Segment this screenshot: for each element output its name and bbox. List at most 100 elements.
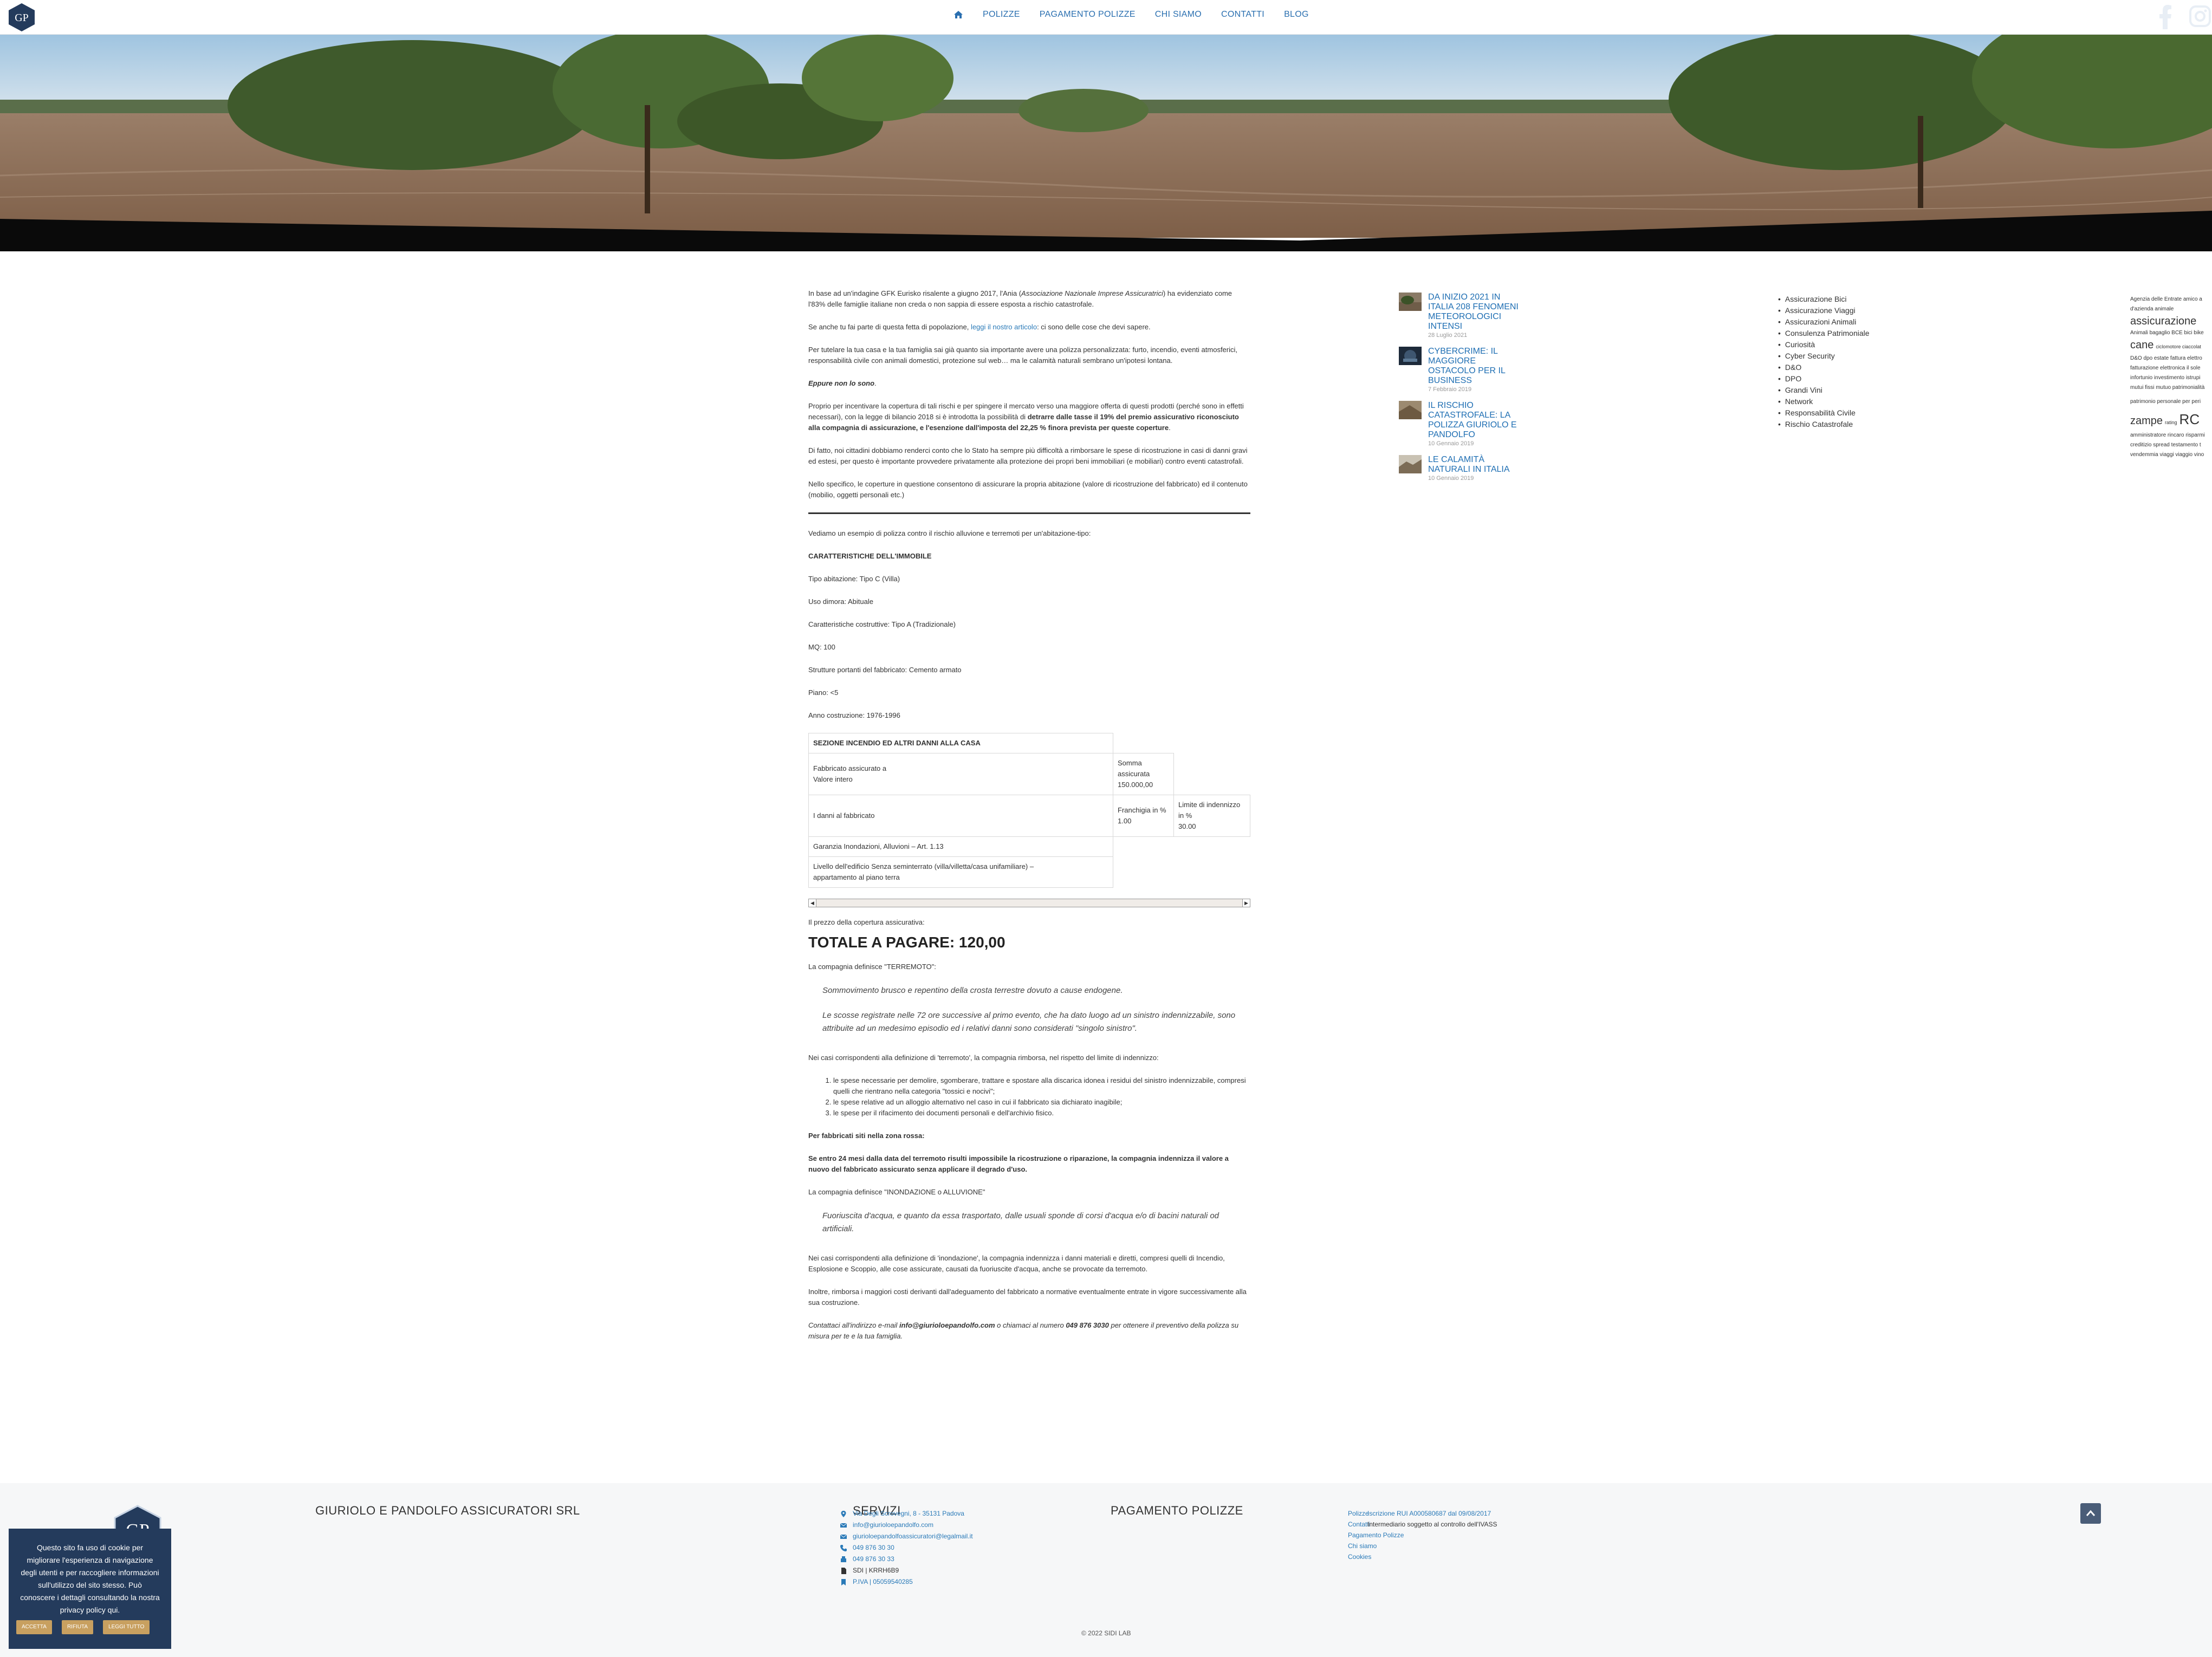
footer-link[interactable]: Cookies: [1348, 1551, 1404, 1562]
article-paragraph: La compagnia definisce "INONDAZIONE o AL…: [808, 1188, 985, 1196]
cookie-accept-button[interactable]: Accetta: [16, 1620, 52, 1634]
table-cell: Fabbricato assicurato a Valore intero: [808, 753, 1113, 795]
article-paragraph: Proprio per incentivare la copertura di …: [808, 402, 1244, 432]
tag-line[interactable]: mutui fissi mutuo patrimonialità: [2130, 383, 2212, 393]
contact-email[interactable]: info@giurioloepandolfo.com: [899, 1321, 995, 1329]
contact-address[interactable]: Via Degli Scrovegni, 8 - 35131 Padova: [840, 1508, 973, 1519]
nav-chi-siamo[interactable]: Chi siamo: [1155, 10, 1202, 20]
map-pin-icon: [841, 1510, 846, 1517]
table-cell: I danni al fabbricato: [808, 795, 1113, 837]
cookie-buttons: Accetta Rifiuta Leggi tutto: [16, 1620, 150, 1634]
category-item[interactable]: Network: [1778, 396, 1870, 407]
cookie-text: Questo sito fa uso di cookie per miglior…: [20, 1543, 160, 1614]
post-thumbnail[interactable]: [1399, 293, 1422, 311]
category-item[interactable]: Consulenza Patrimoniale: [1778, 328, 1870, 339]
list-item: le spese per il rifacimento dei document…: [833, 1108, 1250, 1119]
category-item[interactable]: Assicurazioni Animali: [1778, 316, 1870, 328]
table-row: Garanzia Inondazioni, Alluvioni – Art. 1…: [808, 836, 1250, 857]
facebook-icon[interactable]: [2153, 3, 2177, 29]
tag-item[interactable]: cane: [2130, 339, 2153, 351]
tag-line[interactable]: infortunio investimento istrupi: [2130, 373, 2212, 383]
category-item[interactable]: Responsabilità Civile: [1778, 407, 1870, 419]
footer-contacts: Via Degli Scrovegni, 8 - 35131 Padova in…: [840, 1508, 973, 1588]
social-links: [2153, 3, 2212, 29]
main-nav: Polizze Pagamento Polizze Chi siamo Cont…: [953, 10, 1309, 20]
tag-line[interactable]: Agenzia delle Entrate amico a: [2130, 295, 2212, 304]
post-thumbnail[interactable]: [1399, 401, 1422, 419]
category-item[interactable]: Cyber Security: [1778, 350, 1870, 362]
tag-item[interactable]: RC: [2179, 411, 2200, 427]
tag-line[interactable]: vendemmia viaggi viaggio vino: [2130, 450, 2212, 460]
list-item: le spese necessarie per demolire, sgombe…: [833, 1075, 1250, 1097]
article-intro: In base ad un'indagine GFK Eurisko risal…: [808, 289, 1233, 308]
tag-line[interactable]: assicurazione: [2130, 314, 2212, 328]
article-paragraph: Per fabbricati siti nella zona rossa:: [808, 1132, 925, 1140]
recent-post[interactable]: Da inizio 2021 in Italia 208 fenomeni me…: [1399, 293, 1523, 339]
article-paragraph: Se entro 24 mesi dalla data del terremot…: [808, 1154, 1229, 1173]
category-item[interactable]: Rischio Catastrofale: [1778, 419, 1870, 430]
email-icon: [840, 1534, 847, 1539]
contact-phone[interactable]: 049 876 30 30: [840, 1542, 973, 1554]
definition-quote: Sommovimento brusco e repentino della cr…: [822, 986, 1236, 1033]
footer-link[interactable]: Pagamento Polizze: [1348, 1530, 1404, 1541]
article-body: In base ad un'indagine GFK Eurisko risal…: [808, 288, 1250, 1354]
tag-line[interactable]: creditizio spread testamento t: [2130, 440, 2212, 450]
list-item: le spese relative ad un alloggio alterna…: [833, 1097, 1250, 1108]
nav-blog[interactable]: Blog: [1284, 10, 1309, 20]
contact-phone[interactable]: 049 876 3030: [1066, 1321, 1109, 1329]
post-thumbnail[interactable]: [1399, 347, 1422, 365]
category-item[interactable]: D&O: [1778, 362, 1870, 373]
home-icon[interactable]: [953, 10, 963, 19]
footer-heading-pagamento[interactable]: PAGAMENTO POLIZZE: [1111, 1504, 1243, 1518]
expenses-list: le spese necessarie per demolire, sgombe…: [833, 1075, 1250, 1119]
article-paragraph: Il prezzo della copertura assicurativa:: [808, 918, 925, 926]
category-item[interactable]: Assicurazione Viaggi: [1778, 305, 1870, 316]
category-item[interactable]: Grandi Vini: [1778, 385, 1870, 396]
article-paragraph: Eppure non lo sono.: [808, 379, 877, 387]
scroll-left-icon[interactable]: ◀: [809, 899, 816, 907]
contact-fax[interactable]: 049 876 30 33: [840, 1554, 973, 1565]
footer-link[interactable]: Chi siamo: [1348, 1541, 1404, 1551]
post-thumbnail[interactable]: [1399, 455, 1422, 473]
nav-contatti[interactable]: Contatti: [1221, 10, 1264, 20]
email-icon: [840, 1523, 847, 1528]
tag-item[interactable]: zampe: [2130, 415, 2163, 427]
category-item[interactable]: Assicurazione Bici: [1778, 294, 1870, 305]
recent-post[interactable]: Le calamità naturali in Italia 10 Gennaio…: [1399, 455, 1523, 482]
category-item[interactable]: Curiosità: [1778, 339, 1870, 350]
cookie-reject-button[interactable]: Rifiuta: [61, 1620, 94, 1634]
table-row: I danni al fabbricato Franchigia in % 1.0…: [808, 795, 1250, 837]
tag-line[interactable]: Animali bagaglio BCE bici bike: [2130, 328, 2212, 338]
nav-polizze[interactable]: Polizze: [983, 10, 1020, 20]
back-to-top-button[interactable]: [2080, 1503, 2101, 1524]
tag-item[interactable]: ciclomotore ciaccolat: [2156, 344, 2201, 349]
registration-number[interactable]: Iscrizione RUI A000580687 dal 09/08/2017: [1367, 1508, 1497, 1519]
logo[interactable]: GP: [8, 3, 36, 32]
tag-item[interactable]: rating: [2165, 420, 2177, 425]
contact-pec[interactable]: giurioloepandolfoassicuratori@legalmail.…: [840, 1531, 973, 1542]
spec-line: Strutture portanti del fabbricato: Cemen…: [808, 666, 962, 674]
table-scrollbar[interactable]: ◀ ▶: [808, 899, 1250, 907]
tag-line[interactable]: d'azienda animale: [2130, 304, 2212, 314]
tag-line[interactable]: amministratore rincaro risparmi: [2130, 431, 2212, 440]
instagram-icon[interactable]: [2188, 3, 2212, 29]
article-link[interactable]: leggi il nostro articolo: [971, 323, 1037, 331]
tag-line[interactable]: D&O dpo estate fattura elettro: [2130, 354, 2212, 363]
category-item[interactable]: DPO: [1778, 373, 1870, 385]
bookmark-icon: [841, 1578, 846, 1585]
fax-icon: [841, 1556, 846, 1562]
spec-line: Uso dimora: Abituale: [808, 597, 873, 606]
contact-piva[interactable]: P.IVA | 05059540285: [840, 1576, 973, 1588]
recent-post[interactable]: Il rischio catastrofale: la polizza Giur…: [1399, 401, 1523, 447]
tag-line[interactable]: fatturazione elettronica il sole: [2130, 363, 2212, 373]
cookie-read-more-button[interactable]: Leggi tutto: [103, 1620, 150, 1634]
tag-line[interactable]: patrimonio personale per peri: [2130, 397, 2212, 407]
contact-email[interactable]: info@giurioloepandolfo.com: [840, 1519, 973, 1531]
nav-pagamento-polizze[interactable]: Pagamento Polizze: [1040, 10, 1136, 20]
table-row: SEZIONE INCENDIO ED ALTRI DANNI ALLA CAS…: [808, 733, 1250, 753]
table-row: Livello dell'edificio Senza seminterrato…: [808, 856, 1250, 888]
tag-line: zampe rating RC: [2130, 411, 2212, 431]
recent-post[interactable]: CYBERCRIME: IL MAGGIORE OSTACOLO PER IL …: [1399, 347, 1523, 393]
scroll-right-icon[interactable]: ▶: [1242, 899, 1250, 907]
tag-line: cane ciclomotore ciaccolat: [2130, 338, 2212, 354]
